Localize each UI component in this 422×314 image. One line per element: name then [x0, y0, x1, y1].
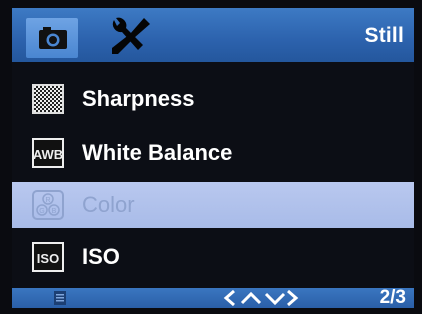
sharpness-icon — [32, 84, 64, 114]
menu-item-label: White Balance — [82, 140, 233, 165]
navigation-arrows-icon[interactable] — [220, 289, 300, 307]
awb-icon: AWB — [32, 138, 64, 168]
menu-item-label: ISO — [82, 244, 120, 269]
top-tab-bar: Still — [12, 8, 414, 62]
color-rgb-icon: R G B — [32, 190, 64, 220]
svg-text:G: G — [39, 208, 44, 215]
menu-item-iso[interactable]: ISO ISO — [12, 234, 414, 280]
svg-text:B: B — [52, 208, 57, 215]
bottom-status-bar: 2/3 — [12, 288, 414, 308]
camera-icon — [39, 27, 67, 49]
page-indicator: 2/3 — [379, 287, 406, 308]
settings-menu: Sharpness AWB White Balance R G B Color … — [12, 62, 414, 292]
menu-item-color[interactable]: R G B Color — [12, 182, 414, 228]
menu-item-sharpness[interactable]: Sharpness — [12, 76, 414, 122]
menu-item-white-balance[interactable]: AWB White Balance — [12, 130, 414, 176]
menu-item-label: Color — [82, 192, 135, 217]
iso-icon: ISO — [32, 242, 64, 272]
svg-text:ISO: ISO — [37, 251, 59, 266]
lcd-screen: Still Sharpness AWB White Balance R G B … — [12, 8, 414, 308]
tools-icon — [112, 17, 150, 54]
tab-tools[interactable] — [104, 14, 156, 58]
tab-camera[interactable] — [26, 18, 78, 58]
camera-bezel: Still Sharpness AWB White Balance R G B … — [0, 0, 422, 314]
svg-text:AWB: AWB — [33, 147, 63, 162]
mode-label: Still — [364, 24, 404, 47]
document-icon — [54, 291, 66, 305]
svg-text:R: R — [45, 197, 50, 204]
menu-item-label: Sharpness — [82, 86, 195, 111]
